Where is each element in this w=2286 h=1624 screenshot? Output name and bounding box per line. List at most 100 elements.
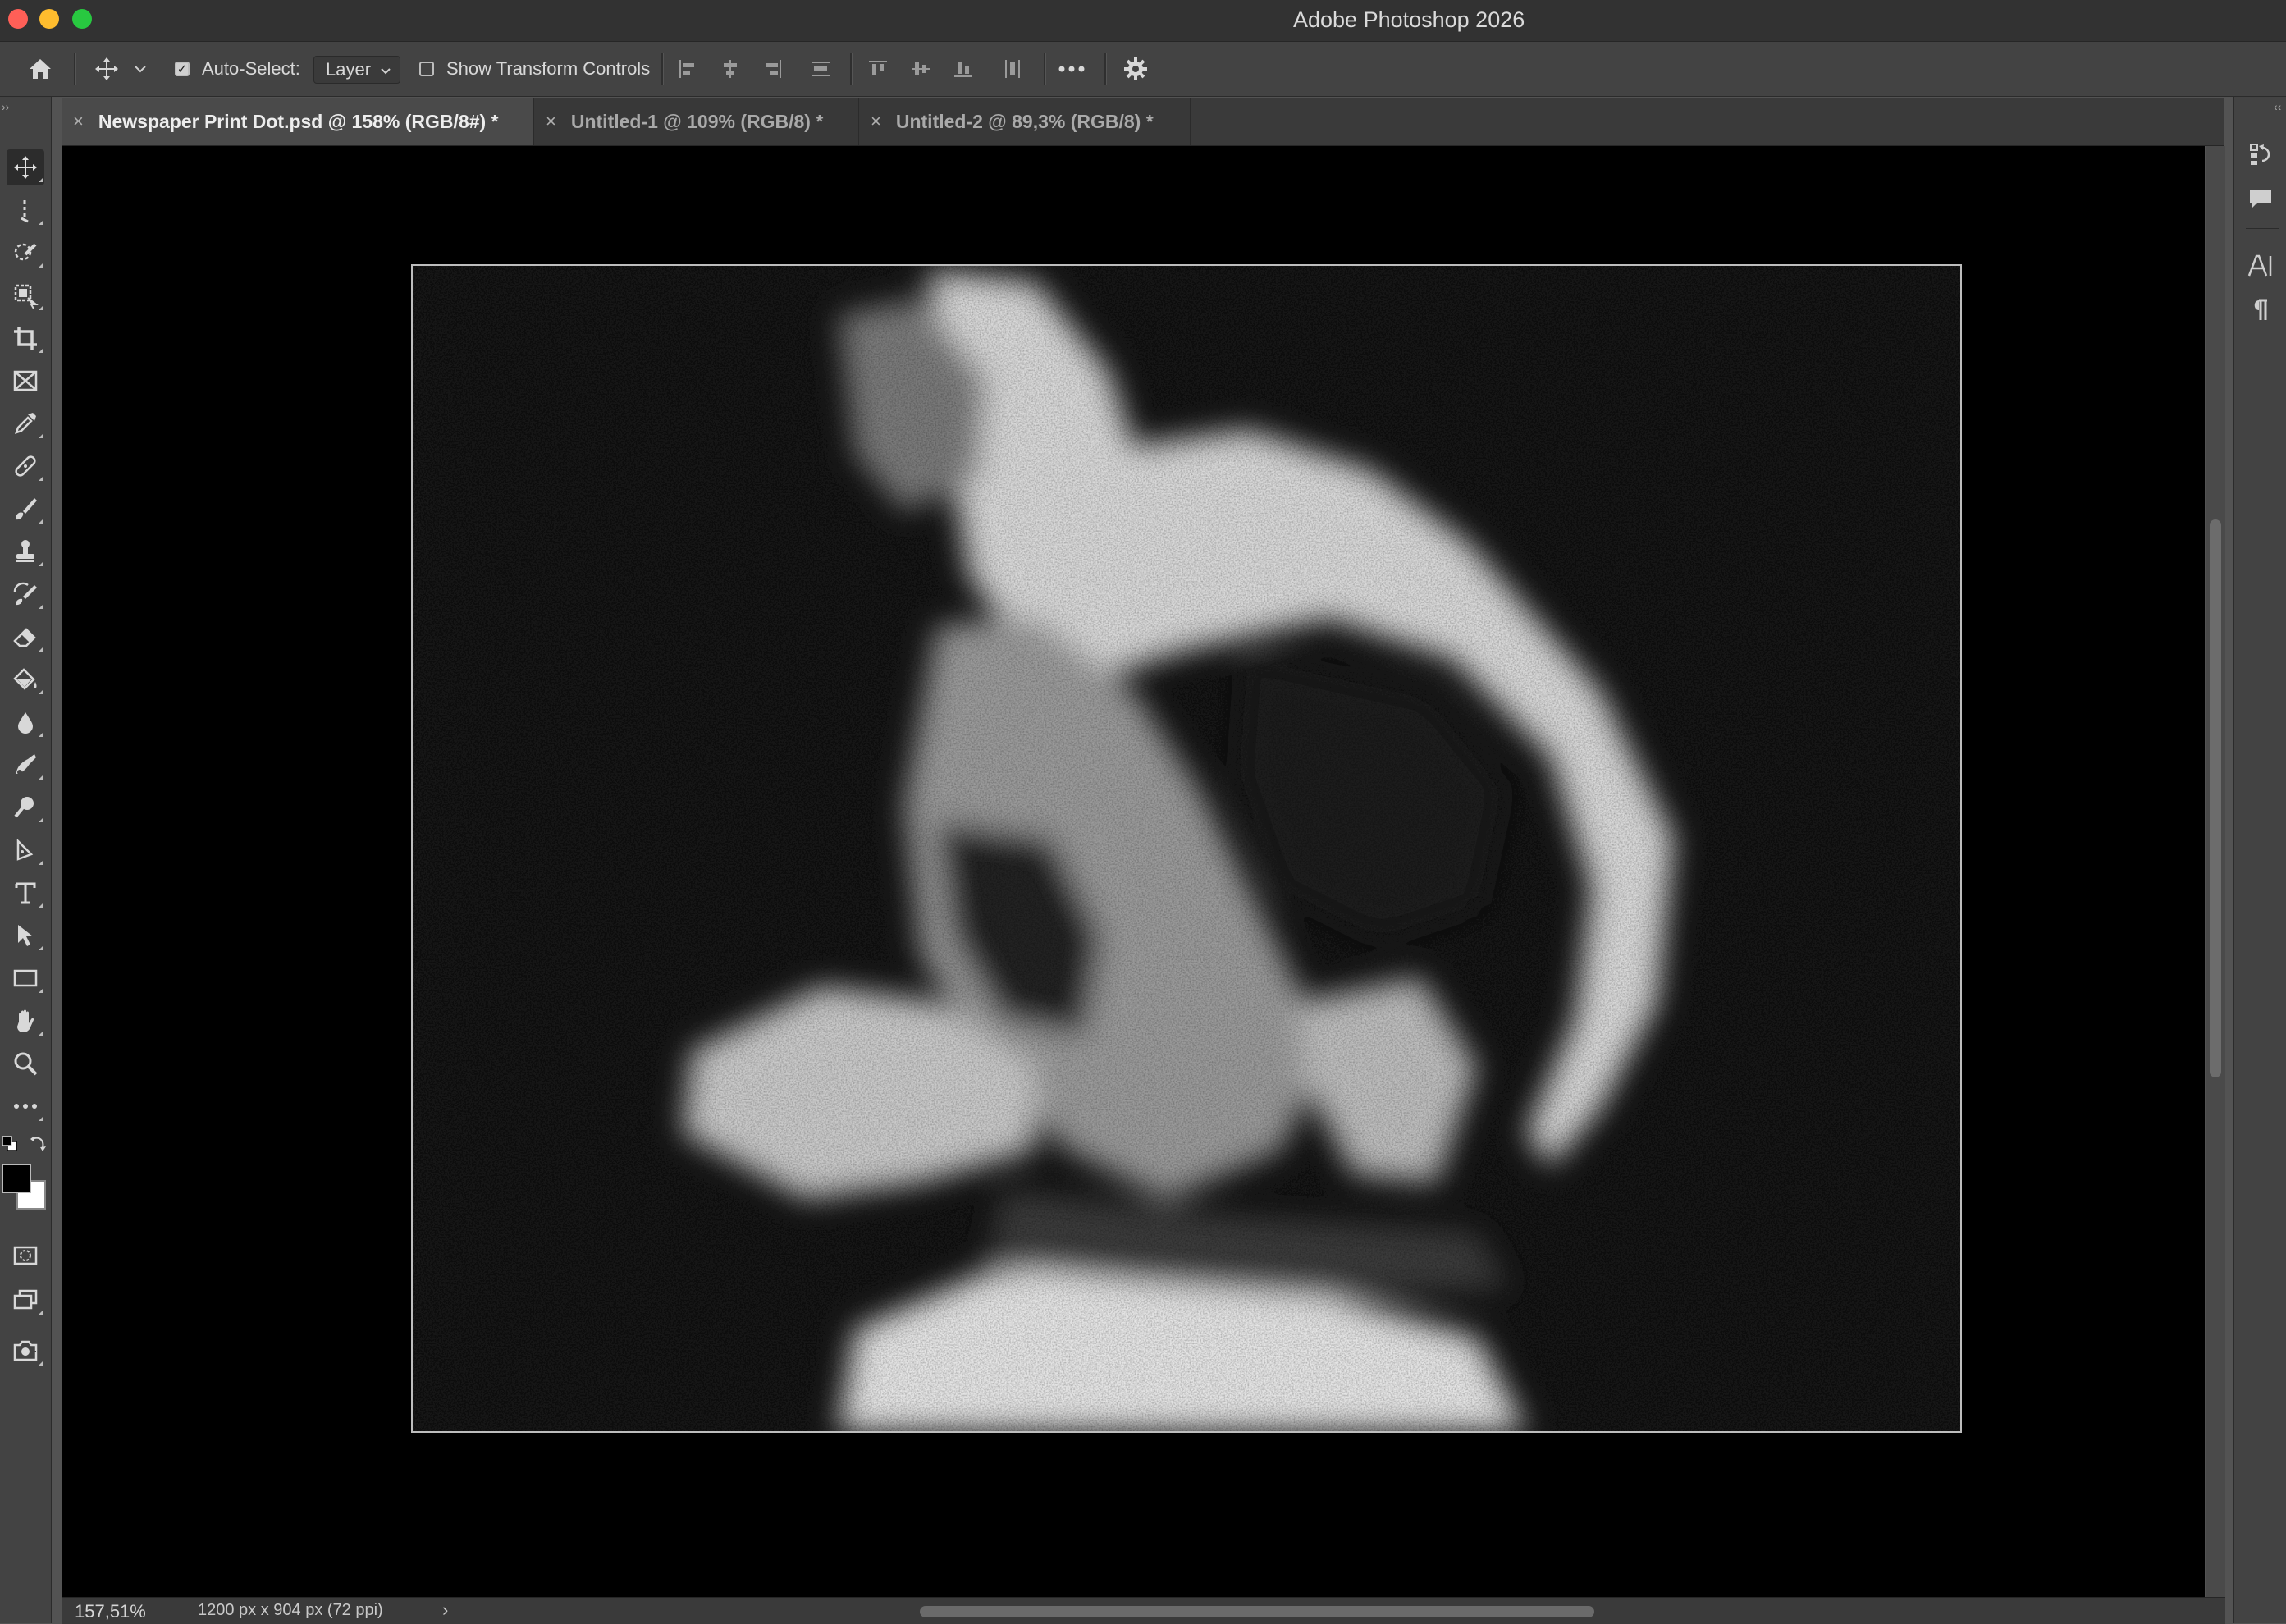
smudge-tool[interactable] — [7, 747, 44, 783]
move-tool-preset-button[interactable] — [89, 42, 125, 96]
vertical-scrollbar[interactable] — [2206, 146, 2225, 1597]
paragraph-icon — [2249, 297, 2272, 323]
history-panel-button[interactable] — [2246, 138, 2275, 171]
align-left-button[interactable] — [671, 42, 704, 96]
generative-fill-button[interactable] — [7, 1333, 44, 1369]
rectangle-tool[interactable] — [7, 960, 44, 996]
status-menu-button[interactable]: › — [442, 1599, 448, 1621]
right-panel-dock: ‹‹ — [2233, 97, 2286, 1623]
close-tab-icon[interactable]: × — [534, 111, 571, 132]
chevron-down-icon — [135, 65, 146, 73]
quick-mask-button[interactable] — [7, 1237, 44, 1274]
distribute-horizontal-icon — [1001, 57, 1024, 80]
screen-mode-button[interactable] — [7, 1282, 44, 1318]
hand-tool[interactable] — [7, 1003, 44, 1039]
pen-tool[interactable] — [7, 832, 44, 868]
bandage-icon — [11, 452, 39, 480]
settings-button[interactable] — [1118, 42, 1154, 96]
window-title: Adobe Photoshop 2026 — [0, 0, 2286, 41]
distribute-vertical-button[interactable] — [804, 42, 837, 96]
document-canvas[interactable] — [411, 264, 1962, 1433]
tab-untitled-2[interactable]: × Untitled-2 @ 89,3% (RGB/8) * — [859, 98, 1191, 145]
expand-panels-icon[interactable]: ‹‹ — [2274, 100, 2281, 113]
auto-select-label: Auto-Select: — [202, 58, 300, 80]
history-brush-tool[interactable] — [7, 576, 44, 612]
show-transform-controls-checkbox[interactable] — [417, 42, 437, 96]
quick-mask-icon — [11, 1242, 39, 1269]
magnifier-icon — [11, 1050, 39, 1077]
close-tab-icon[interactable]: × — [859, 111, 896, 132]
tab-newspaper-print-dot[interactable]: × Newspaper Print Dot.psd @ 158% (RGB/8#… — [62, 98, 534, 145]
default-colors-button[interactable] — [2, 1136, 18, 1152]
auto-select-checkbox[interactable]: ✓ — [172, 42, 192, 96]
horizontal-scroll-thumb[interactable] — [920, 1606, 1594, 1617]
character-panel-button[interactable] — [2246, 249, 2275, 282]
foreground-color-swatch[interactable] — [2, 1164, 31, 1193]
close-tab-icon[interactable]: × — [62, 111, 98, 132]
marquee-tool[interactable] — [7, 192, 44, 228]
zoom-tool[interactable] — [7, 1045, 44, 1082]
tab-label: Newspaper Print Dot.psd @ 158% (RGB/8#) … — [98, 111, 514, 133]
eraser-tool[interactable] — [7, 619, 44, 655]
healing-brush-tool[interactable] — [7, 448, 44, 484]
eraser-icon — [11, 623, 39, 651]
align-vertical-center-button[interactable] — [904, 42, 937, 96]
pen-icon — [11, 836, 39, 864]
zoom-level-field[interactable]: 157,51% — [75, 1601, 146, 1622]
stamp-icon — [11, 538, 39, 565]
blur-tool[interactable] — [7, 704, 44, 740]
tab-untitled-1[interactable]: × Untitled-1 @ 109% (RGB/8) * — [534, 98, 859, 145]
align-horizontal-center-button[interactable] — [714, 42, 747, 96]
collapse-toolbar-icon[interactable]: ›› — [2, 100, 9, 113]
default-colors-icon — [2, 1136, 18, 1152]
align-right-icon — [761, 57, 784, 80]
tab-label: Untitled-1 @ 109% (RGB/8) * — [571, 111, 838, 133]
separator — [1044, 53, 1046, 85]
home-button[interactable] — [20, 42, 61, 96]
move-tool[interactable] — [7, 149, 44, 185]
character-icon — [2247, 253, 2275, 279]
paragraph-panel-button[interactable] — [2246, 294, 2275, 327]
tool-preset-dropdown[interactable] — [131, 42, 149, 96]
align-bottom-button[interactable] — [947, 42, 980, 96]
dodge-tool[interactable] — [7, 789, 44, 826]
auto-select-target-dropdown[interactable]: Layer — [313, 56, 400, 84]
separator — [2246, 228, 2279, 229]
history-panel-icon — [2247, 141, 2274, 167]
path-selection-tool[interactable] — [7, 917, 44, 954]
clone-stamp-tool[interactable] — [7, 533, 44, 570]
comments-panel-button[interactable] — [2246, 182, 2275, 215]
paint-bucket-tool[interactable] — [7, 661, 44, 698]
frame-tool[interactable] — [7, 363, 44, 399]
tools-panel: ›› — [0, 97, 52, 1623]
title-bar: Adobe Photoshop 2026 — [0, 0, 2286, 42]
comment-icon — [2247, 185, 2274, 212]
rectangle-icon — [11, 964, 39, 992]
distribute-vertical-icon — [809, 57, 832, 80]
home-icon — [26, 55, 54, 83]
separator — [74, 53, 76, 85]
edit-toolbar-button[interactable] — [7, 1088, 44, 1124]
swap-colors-button[interactable] — [30, 1134, 48, 1152]
options-bar: ✓ Auto-Select: Layer Show Transform Cont… — [0, 42, 2286, 97]
brush-tool[interactable] — [7, 491, 44, 527]
eyedropper-tool[interactable] — [7, 405, 44, 441]
canvas-area[interactable] — [62, 146, 2205, 1597]
align-horizontal-center-icon — [719, 57, 742, 80]
halftone-photo-image — [413, 266, 1960, 1431]
distribute-horizontal-button[interactable] — [996, 42, 1029, 96]
align-top-button[interactable] — [862, 42, 894, 96]
lasso-marquee-icon — [11, 196, 39, 224]
quick-selection-tool[interactable] — [7, 235, 44, 271]
show-transform-label-wrap: Show Transform Controls — [446, 42, 650, 96]
align-right-button[interactable] — [757, 42, 789, 96]
auto-select-label-wrap: Auto-Select: — [202, 42, 300, 96]
type-tool[interactable] — [7, 875, 44, 911]
document-tabs: × Newspaper Print Dot.psd @ 158% (RGB/8#… — [62, 98, 2224, 146]
gear-icon — [1122, 56, 1149, 82]
vertical-scroll-thumb[interactable] — [2210, 519, 2221, 1077]
checkbox-unchecked-icon — [419, 62, 434, 76]
more-options-button[interactable] — [1054, 42, 1090, 96]
object-selection-tool[interactable] — [7, 277, 44, 313]
crop-tool[interactable] — [7, 320, 44, 356]
